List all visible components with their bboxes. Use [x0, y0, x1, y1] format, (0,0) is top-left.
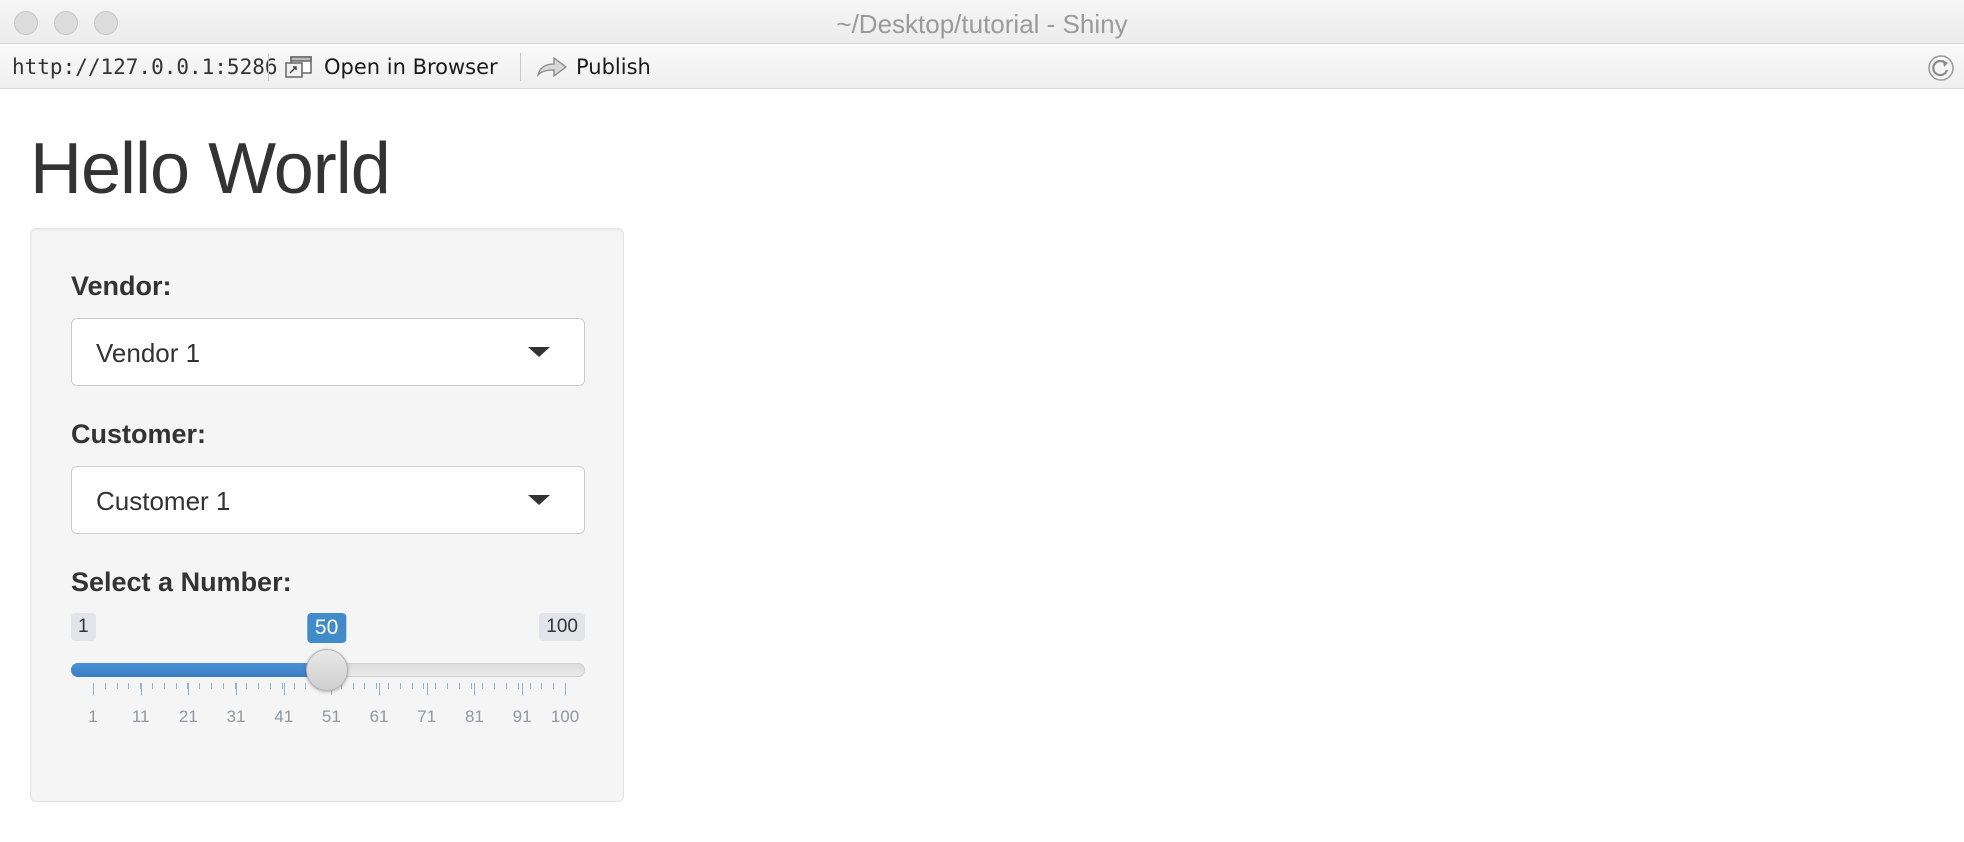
slider-min-label: 1 [71, 613, 96, 641]
slider-minor-tick [411, 683, 413, 689]
slider-minor-tick [199, 683, 201, 689]
slider-value-label: 50 [306, 613, 347, 643]
chevron-down-icon [528, 495, 550, 505]
slider-minor-tick [211, 683, 212, 689]
slider-tick-label: 81 [464, 707, 484, 726]
slider-tick-label: 1 [88, 707, 98, 726]
publish-arrow-icon [536, 54, 568, 80]
chevron-down-icon [528, 347, 550, 357]
slider-minor-tick [553, 683, 555, 689]
number-slider[interactable]: 1 100 50 1 11 21 31 41 51 61 71 81 91 100 [71, 613, 585, 743]
slider-minor-tick [258, 683, 260, 689]
slider-minor-tick [281, 683, 283, 689]
window-title: ~/Desktop/tutorial - Shiny [836, 9, 1128, 39]
slider-tick-label: 61 [369, 707, 389, 726]
slider-minor-tick [246, 683, 248, 689]
slider-major-tick [236, 683, 238, 695]
sidebar-panel: Vendor: Vendor 1 Customer: Customer 1 Se… [30, 228, 624, 802]
vendor-select[interactable]: Vendor 1 [71, 318, 585, 386]
slider-major-tick [522, 683, 524, 695]
window-titlebar: ~/Desktop/tutorial - Shiny [0, 0, 1964, 44]
customer-label: Customer: [71, 419, 207, 449]
slider-minor-tick [222, 683, 224, 689]
slider-minor-tick [506, 683, 507, 689]
slider-minor-tick [435, 683, 437, 689]
slider-major-tick [379, 683, 381, 695]
slider-minor-tick [470, 683, 472, 689]
slider-tick-label: 51 [321, 707, 341, 726]
slider-minor-tick [399, 683, 401, 689]
viewer-toolbar: http://127.0.0.1:5286 Open in Browser Pu… [0, 45, 1964, 89]
number-label: Select a Number: [71, 567, 292, 597]
slider-minor-tick [293, 683, 295, 689]
publish-button[interactable]: Publish [536, 52, 651, 82]
vendor-label: Vendor: [71, 271, 172, 301]
slider-tick-label: 31 [226, 707, 246, 726]
slider-minor-tick [447, 683, 448, 689]
slider-minor-tick [458, 683, 460, 689]
slider-minor-tick [270, 683, 271, 689]
open-in-browser-label: Open in Browser [324, 55, 498, 79]
slider-tick-label: 71 [417, 707, 437, 726]
slider-minor-tick [128, 683, 130, 689]
slider-tick-label: 91 [512, 707, 532, 726]
customer-select[interactable]: Customer 1 [71, 466, 585, 534]
slider-minor-tick [376, 683, 378, 689]
customer-select-value: Customer 1 [96, 486, 231, 516]
slider-minor-tick [494, 683, 496, 689]
slider-minor-tick [482, 683, 484, 689]
slider-major-tick [426, 683, 428, 695]
slider-tick-label: 11 [131, 707, 150, 726]
slider-tick-label: 21 [178, 707, 198, 726]
slider-handle[interactable] [305, 649, 348, 691]
slider-major-tick [188, 683, 190, 695]
vendor-select-value: Vendor 1 [96, 338, 201, 368]
slider-minor-tick [517, 683, 519, 689]
url-display: http://127.0.0.1:5286 [12, 55, 278, 79]
slider-minor-tick [175, 683, 177, 689]
toolbar-divider [268, 53, 269, 81]
slider-minor-tick [352, 683, 354, 689]
publish-label: Publish [576, 55, 651, 79]
slider-fill [71, 663, 327, 677]
refresh-button[interactable] [1926, 53, 1956, 83]
slider-minor-tick [152, 683, 153, 689]
slider-major-tick [93, 683, 94, 695]
toolbar-divider [520, 53, 521, 81]
slider-minor-tick [116, 683, 118, 689]
slider-major-tick [474, 683, 476, 695]
slider-minor-tick [529, 683, 531, 689]
slider-minor-tick [305, 683, 307, 689]
slider-tick-label: 100 [550, 707, 580, 726]
open-in-browser-button[interactable]: Open in Browser [284, 52, 498, 82]
slider-minor-tick [388, 683, 389, 689]
slider-minor-tick [541, 683, 543, 689]
slider-max-label: 100 [539, 613, 585, 641]
browser-window-icon [284, 54, 316, 80]
page-title: Hello World [30, 129, 391, 209]
slider-minor-tick [364, 683, 366, 689]
refresh-icon [1928, 55, 1954, 81]
slider-tick-label: 41 [274, 707, 294, 726]
slider-minor-tick [104, 683, 106, 689]
slider-minor-tick [163, 683, 165, 689]
slider-major-tick [283, 683, 285, 695]
slider-major-tick [565, 683, 566, 695]
slider-major-tick [140, 683, 142, 695]
slider-minor-tick [423, 683, 425, 689]
